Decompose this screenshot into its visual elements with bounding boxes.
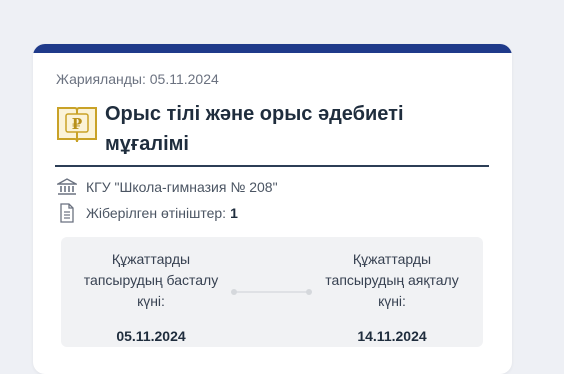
end-label-line-1: Құжаттарды: [352, 251, 432, 267]
document-icon: [57, 203, 77, 223]
date-connector: [233, 291, 309, 293]
book-ruble-icon: ₽: [55, 102, 99, 146]
start-label-line-3: күні:: [137, 293, 165, 309]
vacancy-title[interactable]: Орыс тілі және орыс әдебиеті мұғалімі: [105, 99, 404, 159]
start-label-line-2: тапсырудың басталу: [83, 272, 219, 288]
connector-start-dot: [231, 289, 237, 295]
end-date-value: 14.11.2024: [357, 328, 427, 344]
title-line-1: Орыс тілі және орыс әдебиеті: [105, 103, 404, 125]
applications-count: 1: [230, 205, 238, 221]
document-dates-panel: Құжаттарды тапсырудың басталу күні: 05.1…: [61, 237, 483, 347]
connector-end-dot: [306, 289, 312, 295]
start-date-value: 05.11.2024: [116, 328, 186, 344]
title-line-2: мұғалімі: [105, 133, 189, 155]
start-label-line-1: Құжаттарды: [111, 251, 191, 267]
end-label-line-2: тапсырудың аяқталу: [325, 272, 459, 288]
end-date-block: Құжаттарды тапсырудың аяқталу күні: 14.1…: [322, 249, 462, 347]
institution-icon: [57, 177, 77, 197]
published-date: Жарияланды: 05.11.2024: [56, 71, 219, 87]
end-label-line-3: күні:: [378, 293, 406, 309]
start-date-block: Құжаттарды тапсырудың басталу күні: 05.1…: [81, 249, 221, 347]
applications-label: Жіберілген өтініштер:: [86, 205, 227, 221]
svg-text:₽: ₽: [72, 115, 83, 133]
vacancy-card[interactable]: Жарияланды: 05.11.2024 ₽ Орыс тілі және …: [33, 44, 512, 374]
organization-name: КГУ "Школа-гимназия № 208": [86, 179, 278, 195]
organization-row: КГУ "Школа-гимназия № 208": [57, 177, 278, 197]
applications-row: Жіберілген өтініштер: 1: [57, 203, 238, 223]
vacancy-title-row: ₽ Орыс тілі және орыс әдебиеті мұғалімі: [55, 99, 489, 167]
card-accent-bar: [33, 44, 512, 53]
